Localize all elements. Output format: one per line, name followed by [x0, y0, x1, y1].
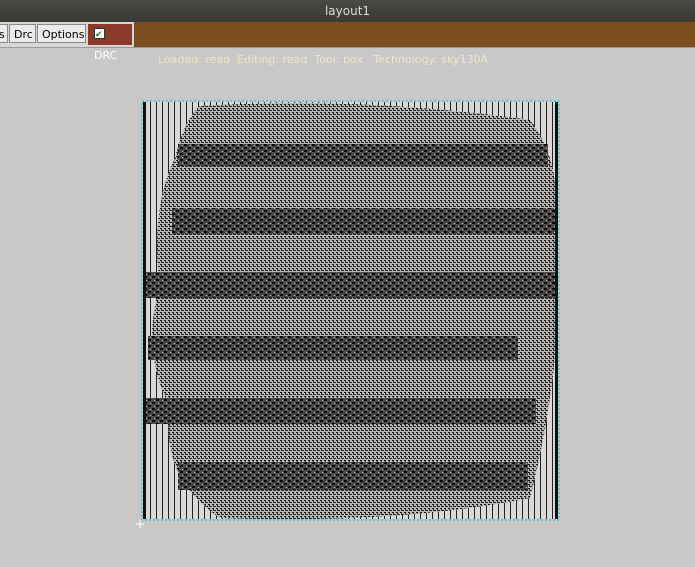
cell-band-5 [146, 398, 536, 424]
origin-cross-icon [136, 520, 144, 528]
prev-menu-button-label: s [0, 28, 5, 41]
window-title: layout1 [324, 4, 371, 18]
prev-menu-button[interactable]: s [0, 24, 8, 43]
cell-band-6 [178, 462, 528, 490]
cell-band-2 [172, 208, 558, 234]
drc-menu-button-label: Drc [14, 28, 33, 41]
cell-band-1 [178, 144, 548, 166]
cell-band-3 [146, 272, 556, 298]
layout-view[interactable] [0, 48, 695, 563]
left-edge [143, 102, 146, 519]
options-menu-button-label: Options [42, 28, 85, 41]
layout-canvas[interactable] [0, 48, 695, 563]
options-menu-button[interactable]: Options [37, 24, 86, 43]
drc-toggle[interactable]: DRC [88, 24, 132, 62]
drc-menu-button[interactable]: Drc [9, 24, 36, 43]
toolbar: s Drc Options DRC Loaded: read Editing: … [0, 22, 695, 66]
window-titlebar: layout1 [0, 0, 695, 22]
status-bar: Loaded: read Editing: read Tool: box Tec… [134, 22, 695, 66]
right-edge [555, 102, 558, 519]
cell-band-4 [148, 336, 518, 360]
cell-layout [143, 102, 558, 520]
checkbox-checked-icon [94, 25, 105, 46]
